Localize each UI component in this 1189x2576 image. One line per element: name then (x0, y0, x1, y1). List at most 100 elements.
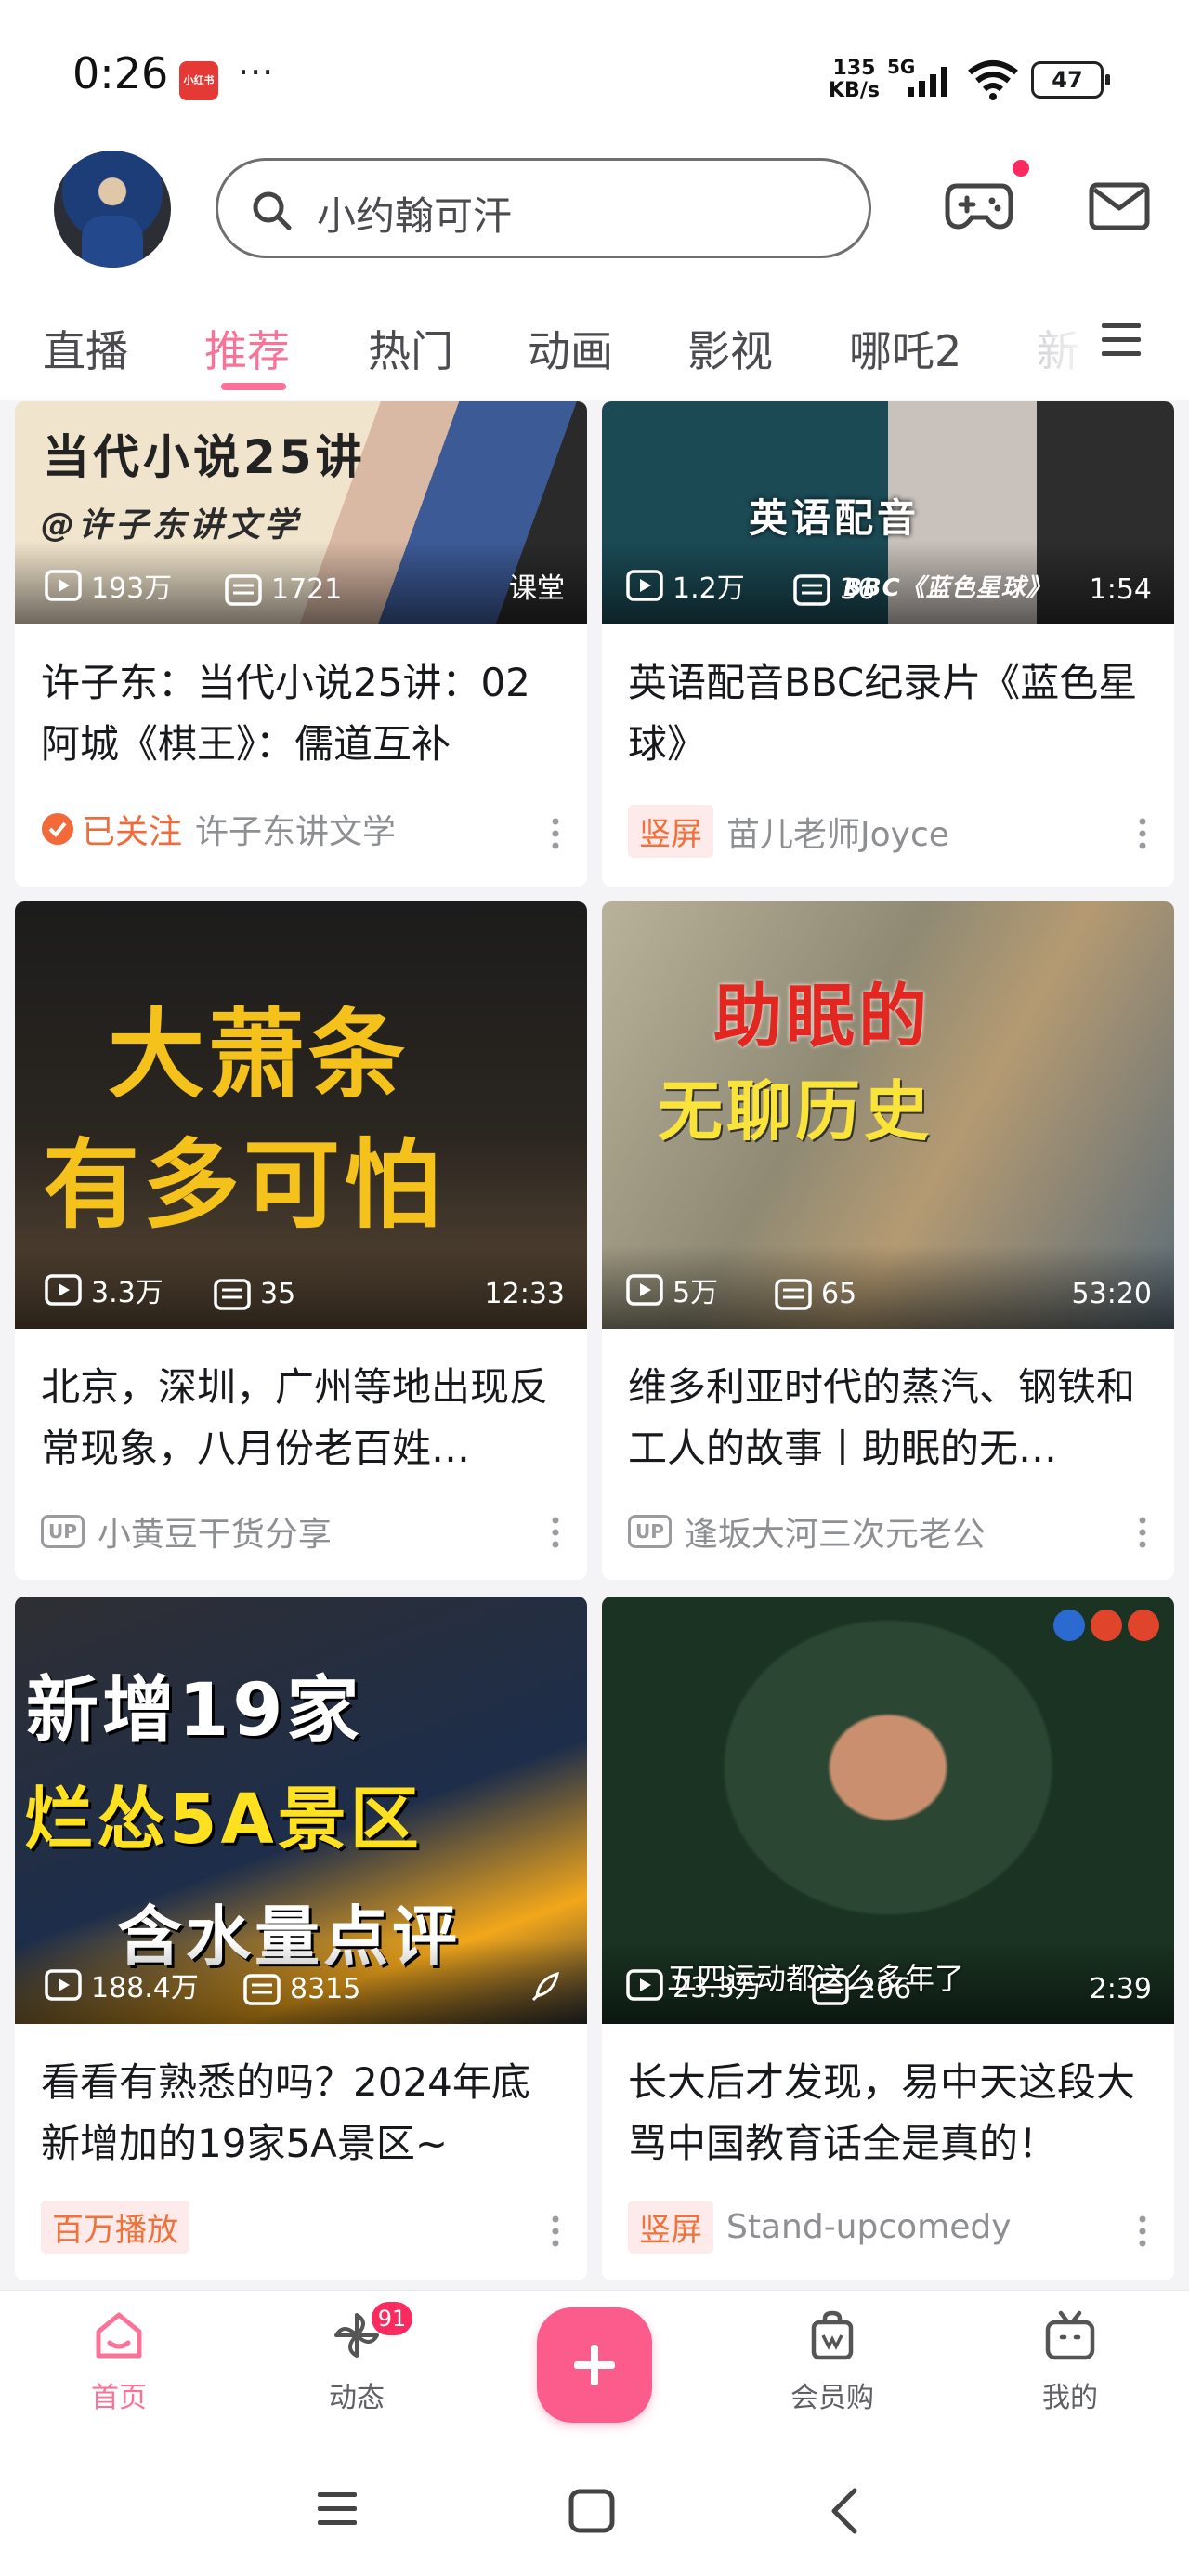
danmaku-icon (225, 573, 262, 606)
nav-vip-label: 会员购 (790, 2382, 874, 2414)
play-count-value: 188.4万 (91, 1972, 199, 2004)
game-center-icon[interactable] (944, 177, 1014, 234)
video-title: 许子东：当代小说25讲：02阿城《棋王》：儒道互补 (41, 660, 530, 767)
top-header: 小约翰可汗 (0, 149, 1189, 288)
video-duration: 53:20 (1071, 1278, 1152, 1310)
tab-film[interactable]: 影视 (687, 318, 773, 379)
nav-mine[interactable]: 我的 (1005, 2309, 1135, 2415)
danmaku-count-value: 206 (858, 1973, 912, 2005)
signal-icon (908, 67, 947, 97)
danmaku-count: 206 (812, 1973, 911, 2005)
notification-app-icon: 小红书 (179, 61, 218, 100)
battery-indicator: 47 (1031, 61, 1110, 99)
video-meta: 竖屏 苗儿老师Joyce (628, 805, 949, 858)
danmaku-icon (243, 1973, 281, 2005)
play-count-value: 5万 (673, 1277, 719, 1309)
network-speed-value: 135 (832, 57, 876, 80)
video-meta: 百万播放 (41, 2201, 189, 2254)
danmaku-count-value: 1721 (271, 573, 343, 606)
play-count-value: 1.2万 (673, 572, 745, 605)
tab-hot[interactable]: 热门 (368, 318, 453, 379)
bottom-navigation: 首页 动态 91 会员购 我的 (0, 2290, 1189, 2435)
play-count-value: 23.3万 (673, 1972, 763, 2004)
danmaku-count: 35 (214, 1278, 295, 1310)
tab-nezha[interactable]: 哪吒2 (849, 318, 961, 379)
video-card[interactable]: 助眠的 无聊历史 5万 65 53:20 维多利亚时代的蒸汽、钢铁和工人的故事丨… (602, 901, 1174, 1580)
video-card[interactable]: 英语配音 BBC《蓝色星球》 1.2万 36 1:54 英语配音BBC纪录片《蓝… (602, 401, 1174, 887)
video-meta: UP 小黄豆干货分享 (41, 1507, 332, 1556)
more-options-icon[interactable] (1139, 1517, 1146, 1548)
up-icon: UP (628, 1515, 672, 1548)
nav-mine-label: 我的 (1042, 2382, 1098, 2414)
author-name[interactable]: Stand-upcomedy (726, 2208, 1012, 2246)
video-title: 北京，深圳，广州等地出现反常现象，八月份老百姓… (41, 1364, 549, 1471)
play-count-icon (626, 1969, 663, 2001)
clock: 0:26 (72, 48, 169, 99)
video-duration: 12:33 (484, 1278, 565, 1310)
nav-vip-shop[interactable]: 会员购 (767, 2309, 897, 2415)
video-meta: UP 逢坂大河三次元老公 (628, 1507, 986, 1556)
million-views-badge: 百万播放 (41, 2201, 189, 2254)
author-name[interactable]: 小黄豆干货分享 (98, 1507, 332, 1556)
more-options-icon[interactable] (1139, 818, 1146, 849)
up-icon: UP (41, 1515, 85, 1548)
video-thumbnail: 当代小说25讲 @许子东讲文学 193万 1721 课堂 (15, 401, 587, 624)
author-name[interactable]: 逢坂大河三次元老公 (685, 1507, 986, 1556)
status-bar: 0:26 小红书 ··· 135 KB/s 5G 47 (0, 0, 1189, 149)
play-count-icon (45, 1274, 82, 1306)
nav-home[interactable]: 首页 (54, 2309, 184, 2415)
danmaku-icon (812, 1973, 849, 2005)
author-name[interactable]: 苗儿老师Joyce (726, 808, 949, 856)
danmaku-icon (775, 1278, 812, 1310)
play-count-icon (45, 1969, 82, 2001)
nav-home-label: 首页 (91, 2382, 147, 2414)
thumbnail-badges (1053, 1610, 1159, 1641)
video-title: 长大后才发现，易中天这段大骂中国教育话全是真的！ (628, 2059, 1136, 2166)
search-placeholder: 小约翰可汗 (317, 193, 513, 239)
tab-animation[interactable]: 动画 (528, 318, 613, 379)
video-card[interactable]: 大萧条 有多可怕 3.3万 35 12:33 北京，深圳，广州等地出现反常现象，… (15, 901, 587, 1580)
back-icon[interactable] (827, 2487, 860, 2535)
tv-icon (1045, 2310, 1095, 2360)
menu-icon[interactable] (1100, 322, 1143, 359)
wifi-icon (968, 60, 1018, 100)
category-tabs: 直播 推荐 热门 动画 影视 哪吒2 新 (0, 288, 1189, 400)
home-button-icon[interactable] (568, 2489, 615, 2533)
thumbnail-line2: 烂怂5A景区 (24, 1780, 423, 1860)
recent-apps-icon[interactable] (316, 2491, 359, 2528)
video-card[interactable]: 五四运动都这么多年了 23.3万 206 2:39 长大后才发现，易中天这段大骂… (602, 1597, 1174, 2280)
thumbnail-line1: 大萧条 (108, 998, 410, 1111)
danmaku-count: 8315 (243, 1973, 360, 2005)
nav-dynamic-label: 动态 (329, 2382, 385, 2414)
play-count: 3.3万 (45, 1269, 163, 1310)
more-options-icon[interactable] (552, 2215, 559, 2247)
author-name[interactable]: 许子东讲文学 (195, 805, 396, 853)
play-count: 1.2万 (626, 565, 745, 606)
user-avatar[interactable] (54, 151, 171, 268)
thumbnail-line2: 有多可怕 (43, 1128, 445, 1242)
network-speed-unit: KB/s (829, 79, 880, 102)
publish-button[interactable] (537, 2307, 652, 2423)
video-card[interactable]: 当代小说25讲 @许子东讲文学 193万 1721 课堂 许子东：当代小说25讲… (15, 401, 587, 887)
video-thumbnail: 英语配音 BBC《蓝色星球》 1.2万 36 1:54 (602, 401, 1174, 624)
more-options-icon[interactable] (552, 818, 559, 849)
like-icon (1053, 1610, 1085, 1641)
danmaku-count: 65 (775, 1278, 856, 1310)
thumbnail-line2: 无聊历史 (658, 1073, 933, 1150)
video-thumbnail: 新增19家 烂怂5A景区 含水量点评 188.4万 8315 (15, 1597, 587, 2024)
tab-live[interactable]: 直播 (43, 318, 128, 379)
thumbnail-title: 英语配音 (749, 495, 921, 541)
more-options-icon[interactable] (1139, 2215, 1146, 2247)
video-card[interactable]: 新增19家 烂怂5A景区 含水量点评 188.4万 8315 看看有熟悉的吗？2… (15, 1597, 587, 2280)
danmaku-count-value: 36 (840, 573, 876, 606)
video-thumbnail: 助眠的 无聊历史 5万 65 53:20 (602, 901, 1174, 1329)
play-count-value: 3.3万 (91, 1277, 163, 1309)
active-tab-indicator (221, 383, 286, 390)
message-icon[interactable] (1089, 182, 1150, 230)
video-meta: 竖屏 Stand-upcomedy (628, 2201, 1012, 2254)
more-options-icon[interactable] (552, 1517, 559, 1548)
video-title: 维多利亚时代的蒸汽、钢铁和工人的故事丨助眠的无… (628, 1364, 1136, 1471)
tabs-fade (1022, 288, 1096, 400)
tab-recommend[interactable]: 推荐 (204, 318, 290, 379)
search-bar[interactable]: 小约翰可汗 (216, 158, 871, 258)
